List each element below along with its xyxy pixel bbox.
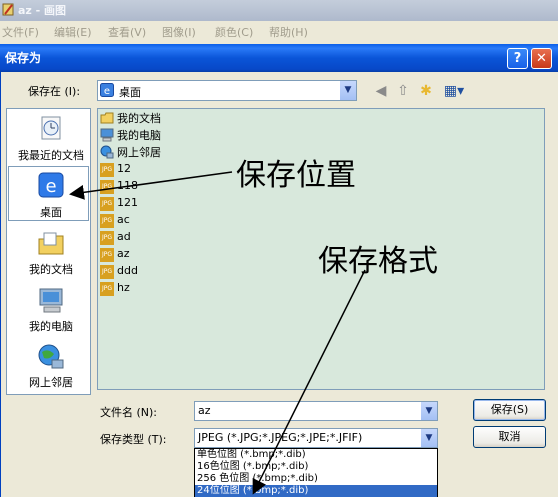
- type-option-24bit-bmp[interactable]: 24位位图 (*.bmp;*.dib): [195, 485, 437, 497]
- place-label: 桌面: [40, 206, 62, 219]
- file-name: 121: [117, 196, 138, 209]
- jpg-file-icon: JPG: [100, 180, 114, 194]
- back-icon[interactable]: ◀: [372, 82, 390, 100]
- menu-colors[interactable]: 颜色(C): [215, 24, 253, 40]
- jpg-file-icon: JPG: [100, 197, 114, 211]
- chevron-down-icon[interactable]: ▼: [420, 402, 437, 420]
- svg-text:e: e: [45, 176, 56, 197]
- new-folder-icon[interactable]: ✱: [417, 82, 435, 100]
- save-in-label: 保存在 (I):: [28, 85, 81, 98]
- jpg-file-icon: JPG: [100, 163, 114, 177]
- file-name-label: 文件名 (N):: [100, 406, 158, 419]
- type-option-16color-bmp[interactable]: 16色位图 (*.bmp;*.dib): [195, 461, 437, 473]
- file-name-value: az: [198, 404, 211, 417]
- file-name: 我的电脑: [117, 129, 161, 142]
- jpg-file-icon: JPG: [100, 265, 114, 279]
- menu-file[interactable]: 文件(F): [2, 24, 39, 40]
- file-name: 网上邻居: [117, 146, 161, 159]
- my-computer-icon: [36, 286, 66, 316]
- desktop-icon: e: [100, 83, 114, 97]
- save-type-value: JPEG (*.JPG;*.JPEG;*.JPE;*.JFIF): [198, 431, 363, 444]
- save-type-label: 保存类型 (T):: [100, 433, 167, 446]
- network-icon: [100, 145, 114, 159]
- paint-titlebar: [0, 0, 558, 21]
- jpg-file-icon: JPG: [100, 282, 114, 296]
- file-name: ddd: [117, 264, 138, 277]
- save-button[interactable]: 保存(S): [473, 399, 546, 421]
- views-menu-icon[interactable]: ▦▾: [442, 82, 466, 100]
- file-name: ac: [117, 213, 130, 226]
- folder-icon: [100, 111, 114, 125]
- recent-documents-icon: [36, 113, 66, 143]
- file-name: ad: [117, 230, 131, 243]
- type-option-256color-bmp[interactable]: 256 色位图 (*.bmp;*.dib): [195, 473, 437, 485]
- my-documents-icon: [36, 229, 66, 259]
- paint-menubar: 文件(F) 编辑(E) 查看(V) 图像(I) 颜色(C) 帮助(H): [0, 21, 558, 41]
- up-folder-icon[interactable]: ⇧: [394, 82, 412, 100]
- cancel-button[interactable]: 取消: [473, 426, 546, 448]
- close-button[interactable]: ✕: [531, 48, 552, 69]
- chevron-down-icon[interactable]: ▼: [420, 429, 437, 447]
- jpg-file-icon: JPG: [100, 231, 114, 245]
- menu-image[interactable]: 图像(I): [162, 24, 196, 40]
- place-label: 我的电脑: [29, 320, 73, 333]
- file-name: az: [117, 247, 130, 260]
- paint-window-title: az - 画图: [18, 4, 67, 17]
- help-button[interactable]: ?: [507, 48, 528, 69]
- file-name: hz: [117, 281, 130, 294]
- menu-view[interactable]: 查看(V): [108, 24, 146, 40]
- place-label: 我的文档: [29, 263, 73, 276]
- file-name: 118: [117, 179, 138, 192]
- type-option-mono-bmp[interactable]: 单色位图 (*.bmp;*.dib): [195, 449, 437, 461]
- file-name: 我的文档: [117, 112, 161, 125]
- dialog-titlebar[interactable]: [0, 44, 558, 72]
- computer-icon: [100, 128, 114, 142]
- paint-app-icon: [2, 2, 15, 17]
- menu-help[interactable]: 帮助(H): [269, 24, 308, 40]
- network-places-icon: [36, 342, 66, 372]
- file-name: 12: [117, 162, 131, 175]
- dialog-title: 保存为: [5, 51, 42, 65]
- annotation-save-format: 保存格式: [318, 244, 438, 279]
- jpg-file-icon: JPG: [100, 214, 114, 228]
- file-name-input[interactable]: [194, 401, 438, 421]
- place-label: 网上邻居: [29, 376, 73, 389]
- menu-edit[interactable]: 编辑(E): [54, 24, 92, 40]
- jpg-file-icon: JPG: [100, 248, 114, 262]
- desktop-icon: e: [36, 170, 66, 200]
- chevron-down-icon[interactable]: ▼: [339, 81, 356, 100]
- svg-text:e: e: [104, 86, 110, 97]
- save-in-value: 桌面: [119, 86, 141, 99]
- place-label: 我最近的文档: [18, 149, 84, 162]
- annotation-save-location: 保存位置: [236, 158, 356, 193]
